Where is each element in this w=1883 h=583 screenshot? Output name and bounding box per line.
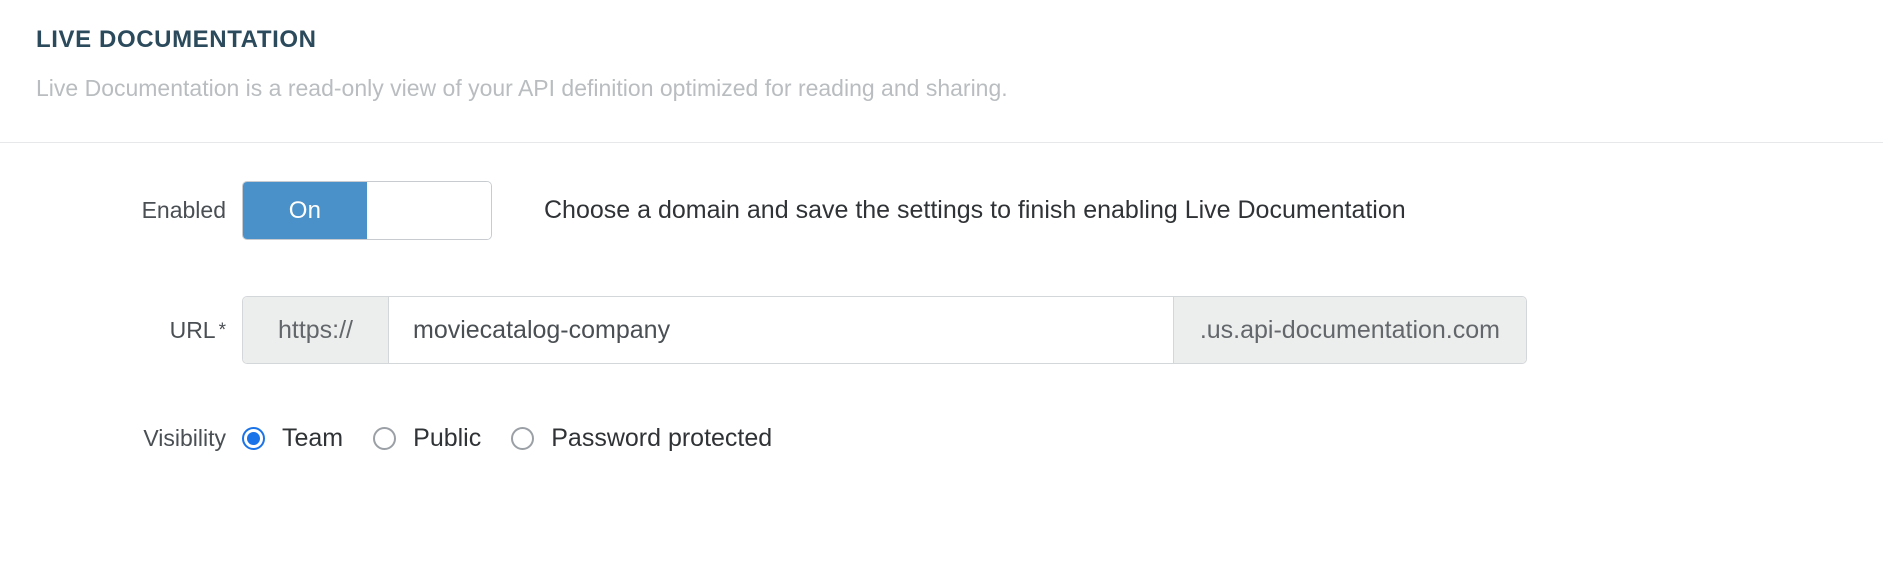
url-input-group: https:// .us.api-documentation.com bbox=[242, 296, 1527, 364]
live-documentation-panel: LIVE DOCUMENTATION Live Documentation is… bbox=[0, 0, 1883, 583]
toggle-on-label: On bbox=[243, 182, 367, 239]
visibility-radio-group: Team Public Password protected bbox=[242, 424, 772, 453]
radio-label-public: Public bbox=[413, 424, 482, 452]
url-label: URL * bbox=[0, 317, 242, 344]
url-row: URL* https:// .us.api-documentation.com bbox=[0, 296, 1883, 364]
enabled-helper-text: Choose a domain and save the settings to… bbox=[544, 196, 1406, 224]
radio-label-password-protected: Password protected bbox=[551, 424, 773, 452]
url-suffix-addon: .us.api-documentation.com bbox=[1172, 297, 1526, 363]
radio-mark-icon bbox=[242, 427, 265, 450]
visibility-label: Visibility bbox=[143, 425, 226, 451]
toggle-knob bbox=[367, 182, 491, 239]
enabled-label: Enabled bbox=[141, 197, 226, 223]
radio-mark-icon bbox=[373, 427, 397, 450]
settings-form: Enabled On Choose a domain and save the … bbox=[0, 143, 1883, 453]
radio-option-team[interactable]: Team bbox=[242, 424, 343, 453]
radio-mark-icon bbox=[511, 427, 535, 450]
visibility-row: Visibility Team Public Password protecte… bbox=[0, 424, 1883, 453]
required-marker: * bbox=[218, 319, 226, 341]
enabled-toggle[interactable]: On bbox=[242, 181, 492, 240]
url-input[interactable] bbox=[389, 297, 1173, 363]
url-prefix-addon: https:// bbox=[243, 297, 389, 363]
radio-option-public[interactable]: Public bbox=[373, 424, 481, 453]
radio-option-password-protected[interactable]: Password protected bbox=[511, 424, 772, 453]
page-title: LIVE DOCUMENTATION bbox=[36, 26, 317, 53]
radio-label-team: Team bbox=[282, 424, 344, 452]
enabled-row: Enabled On Choose a domain and save the … bbox=[0, 181, 1883, 240]
panel-header: LIVE DOCUMENTATION Live Documentation is… bbox=[0, 0, 1883, 143]
url-label-text: URL bbox=[169, 316, 216, 343]
panel-subtitle: Live Documentation is a read-only view o… bbox=[36, 74, 1008, 101]
